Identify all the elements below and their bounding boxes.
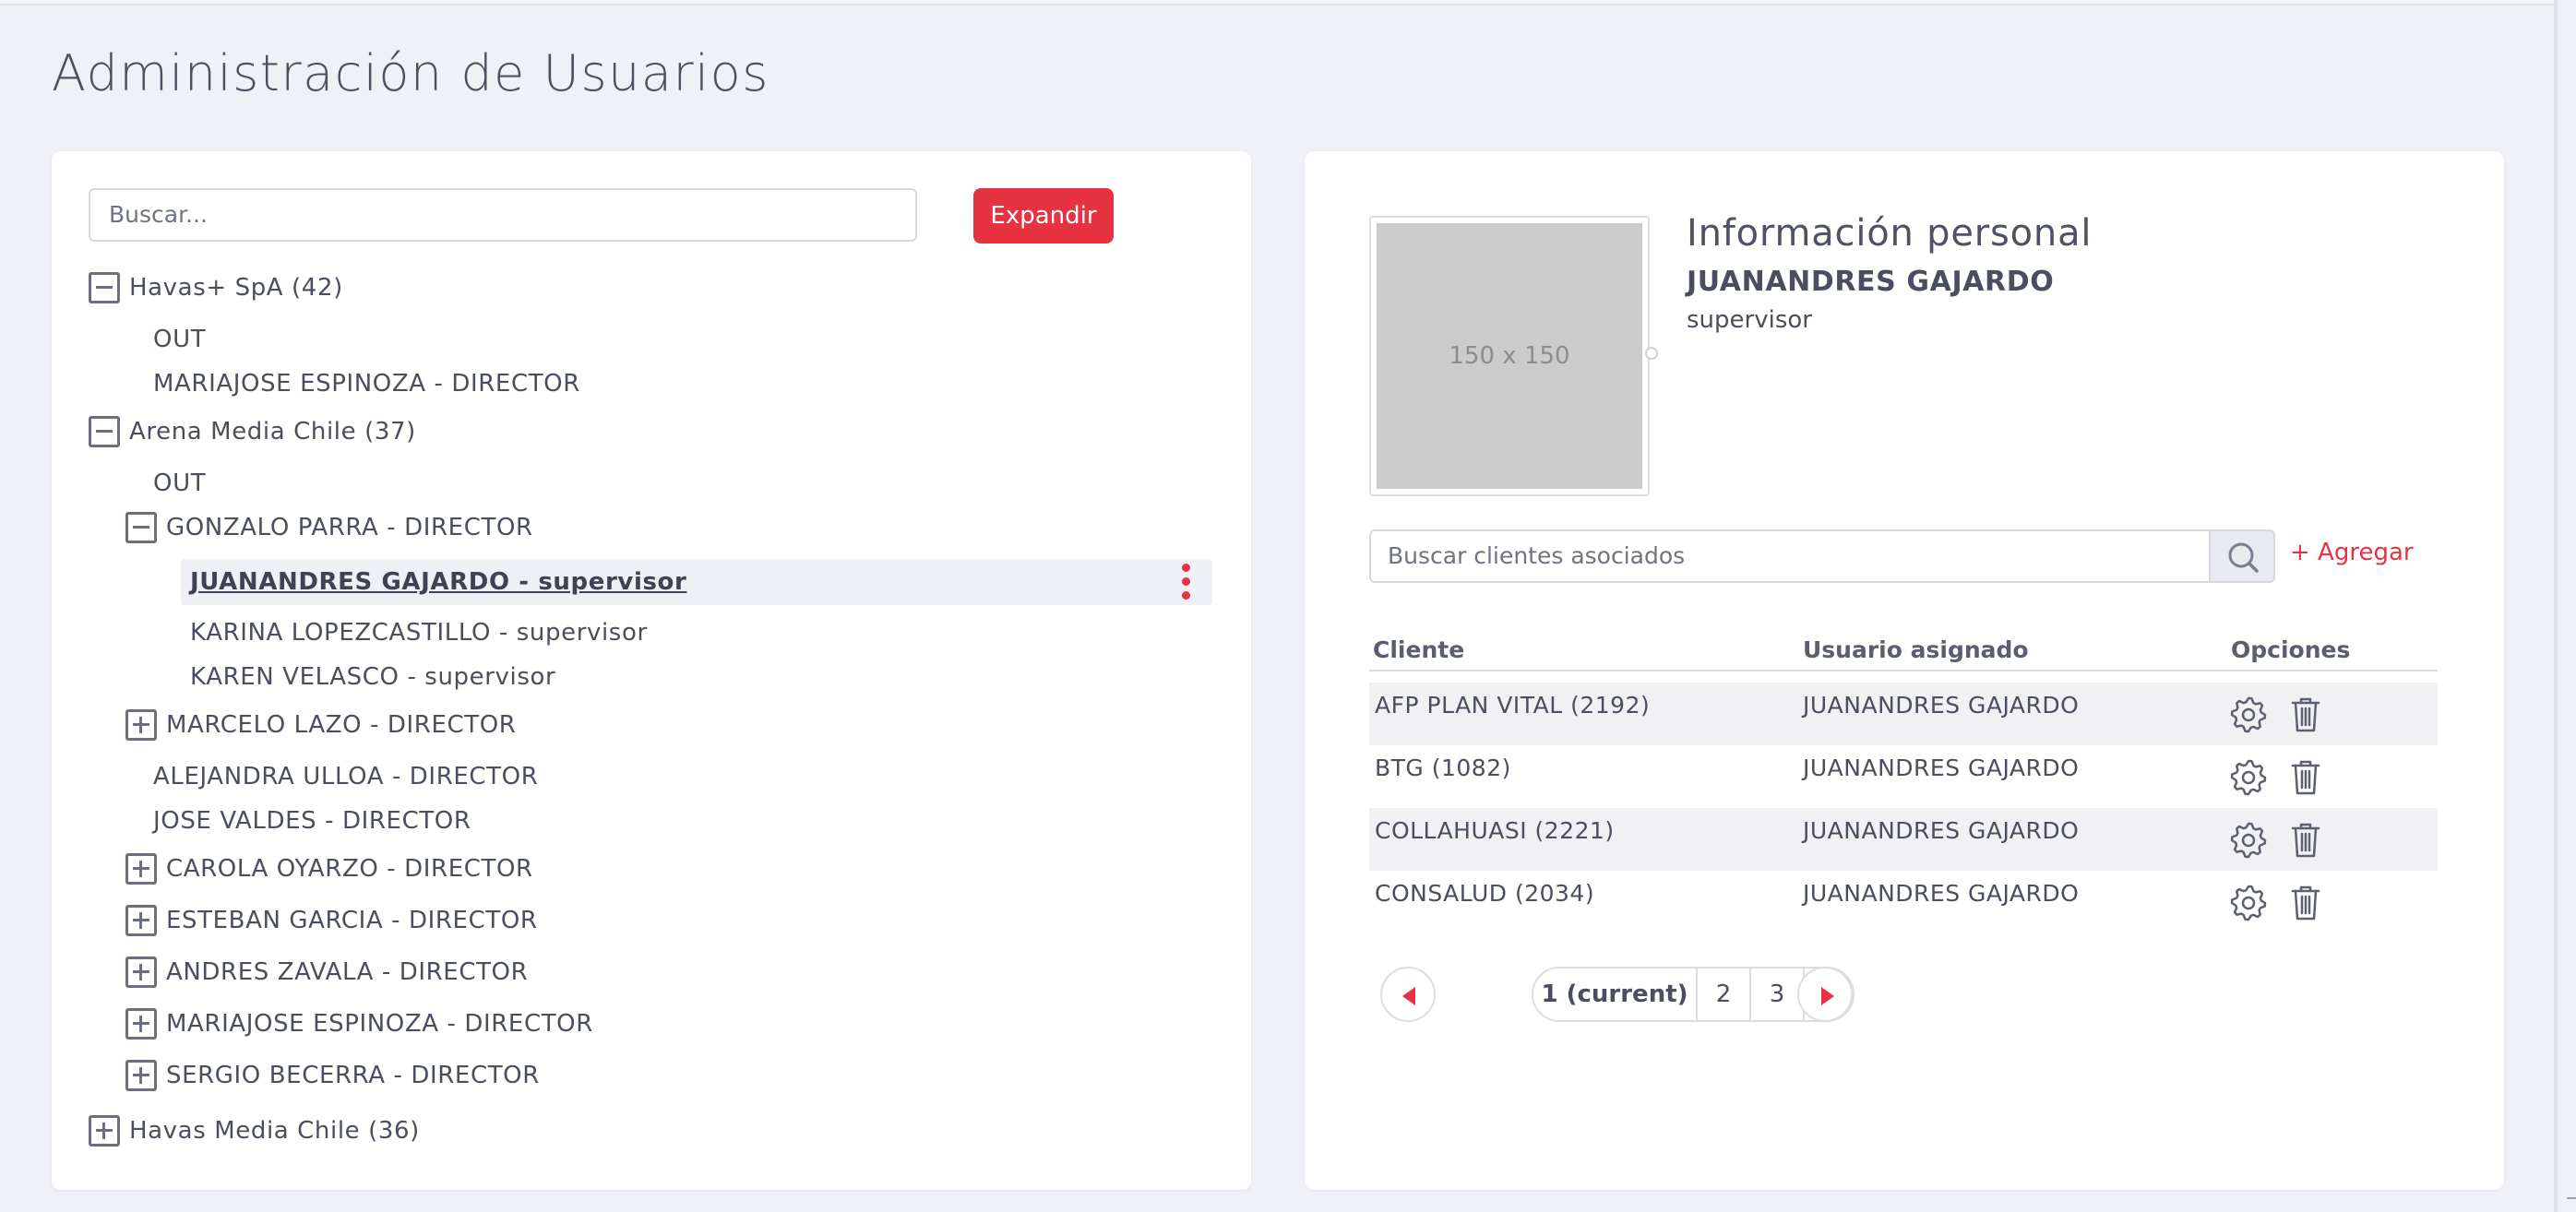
scrollbar-track[interactable] (2554, 0, 2558, 1212)
next-page-button[interactable] (1797, 967, 1853, 1022)
arrow-right-icon (1821, 987, 1834, 1005)
tree-node-carola[interactable]: CAROLA OYARZO - DIRECTOR (125, 849, 533, 889)
client-cell: AFP PLAN VITAL (2192) (1375, 692, 1651, 719)
add-client-link[interactable]: + Agregar (2290, 539, 2414, 566)
tree-node-andres[interactable]: ANDRES ZAVALA - DIRECTOR (125, 952, 528, 992)
column-header-client: Cliente (1373, 636, 1465, 663)
section-heading: Información personal (1687, 212, 2093, 255)
avatar-frame: 150 x 150 (1369, 216, 1650, 496)
table-row: COLLAHUASI (2221) JUANANDRES GAJARDO (1369, 808, 2438, 871)
tree-node-havas-media[interactable]: Havas Media Chile (36) (89, 1111, 420, 1151)
user-role: supervisor (1687, 306, 1812, 334)
gear-icon[interactable] (2229, 884, 2268, 922)
user-cell: JUANANDRES GAJARDO (1803, 880, 2080, 907)
search-icon (2228, 542, 2259, 573)
trash-icon[interactable] (2286, 695, 2325, 734)
tree-leaf-label: OUT (153, 326, 207, 353)
tree-node-label: MARIAJOSE ESPINOZA - DIRECTOR (166, 1010, 593, 1038)
tree-expand-icon[interactable] (125, 709, 157, 741)
table-row: AFP PLAN VITAL (2192) JUANANDRES GAJARDO (1369, 683, 2438, 745)
tree-node-marcelo[interactable]: MARCELO LAZO - DIRECTOR (125, 705, 516, 745)
tree-node-mariajose[interactable]: MARIAJOSE ESPINOZA - DIRECTOR (125, 1004, 593, 1044)
gear-icon[interactable] (2229, 695, 2268, 734)
tree-node-label: Havas Media Chile (36) (129, 1117, 420, 1145)
arrow-left-icon (1402, 987, 1415, 1005)
tree-node-sergio[interactable]: SERGIO BECERRA - DIRECTOR (125, 1055, 540, 1096)
gear-icon[interactable] (2229, 821, 2268, 860)
trash-icon[interactable] (2286, 758, 2325, 797)
column-header-user: Usuario asignado (1803, 636, 2029, 663)
tree-leaf[interactable]: JOSE VALDES - DIRECTOR (153, 801, 471, 841)
client-cell: BTG (1082) (1375, 755, 1511, 781)
page-link-current[interactable]: 1 (current) (1533, 968, 1698, 1020)
tree-collapse-icon[interactable] (89, 416, 120, 447)
tree-node-label: GONZALO PARRA - DIRECTOR (166, 514, 533, 541)
tree-leaf-label: OUT (153, 469, 207, 497)
previous-page-button[interactable] (1380, 967, 1436, 1022)
client-cell: COLLAHUASI (2221) (1375, 817, 1615, 844)
avatar[interactable]: 150 x 150 (1377, 223, 1642, 489)
tree-leaf[interactable]: OUT (153, 319, 206, 360)
client-cell: CONSALUD (2034) (1375, 880, 1595, 907)
tree-leaf-label: ALEJANDRA ULLOA - DIRECTOR (153, 763, 539, 790)
tree-expand-icon[interactable] (89, 1115, 120, 1147)
tree-collapse-icon[interactable] (89, 272, 120, 303)
tree-leaf[interactable]: ALEJANDRA ULLOA - DIRECTOR (153, 756, 538, 797)
trash-icon[interactable] (2286, 821, 2325, 860)
tree-node-label: CAROLA OYARZO - DIRECTOR (166, 855, 533, 883)
page-title: Administración de Usuarios (52, 44, 769, 102)
user-cell: JUANANDRES GAJARDO (1803, 817, 2080, 844)
clients-table-header: Cliente Usuario asignado Opciones (1369, 636, 2438, 671)
tree-leaf-label: KARINA LOPEZCASTILLO - supervisor (190, 619, 648, 647)
user-detail-panel: 150 x 150 Información personal JUANANDRE… (1305, 151, 2504, 1190)
client-search-button[interactable] (2209, 529, 2275, 583)
top-border (0, 0, 2554, 6)
user-cell: JUANANDRES GAJARDO (1803, 692, 2080, 719)
tree-node-arena[interactable]: Arena Media Chile (37) (89, 411, 416, 452)
expand-button[interactable]: Expandir (973, 188, 1114, 244)
scrollbar-marker (2567, 1197, 2576, 1199)
tree-node-gonzalo[interactable]: GONZALO PARRA - DIRECTOR (125, 507, 533, 548)
tree-collapse-icon[interactable] (125, 512, 157, 543)
tree-leaf-label: MARIAJOSE ESPINOZA - DIRECTOR (153, 370, 580, 398)
tree-node-label: SERGIO BECERRA - DIRECTOR (166, 1062, 540, 1089)
user-tree-panel: Buscar... Expandir Havas+ SpA (42) OUT M… (52, 151, 1251, 1190)
tree-expand-icon[interactable] (125, 853, 157, 885)
tree-expand-icon[interactable] (125, 905, 157, 936)
tree-leaf[interactable]: MARIAJOSE ESPINOZA - DIRECTOR (153, 363, 580, 404)
tree-node-label: MARCELO LAZO - DIRECTOR (166, 711, 517, 739)
tree-expand-icon[interactable] (125, 1008, 157, 1040)
tree-leaf-selected[interactable]: JUANANDRES GAJARDO - supervisor (190, 562, 686, 602)
tree-leaf-label: JOSE VALDES - DIRECTOR (153, 807, 471, 835)
tree-node-label: ANDRES ZAVALA - DIRECTOR (166, 958, 529, 986)
tree-node-label: Arena Media Chile (37) (129, 418, 416, 446)
client-search-input[interactable]: Buscar clientes asociados (1369, 529, 2211, 583)
tree-node-label: ESTEBAN GARCIA - DIRECTOR (166, 907, 538, 934)
tree-leaf-label: JUANANDRES GAJARDO - supervisor (190, 568, 687, 596)
column-header-options: Opciones (2231, 636, 2351, 663)
tree-leaf[interactable]: OUT (153, 463, 206, 504)
tree-search-input[interactable]: Buscar... (89, 188, 917, 242)
tree-node-esteban[interactable]: ESTEBAN GARCIA - DIRECTOR (125, 900, 538, 941)
gear-icon[interactable] (2229, 758, 2268, 797)
tree-node-havas-spa[interactable]: Havas+ SpA (42) (89, 267, 343, 308)
kebab-menu-icon[interactable] (1177, 562, 1196, 602)
tree-leaf-label: KAREN VELASCO - supervisor (190, 663, 556, 691)
tree-leaf[interactable]: KARINA LOPEZCASTILLO - supervisor (190, 612, 648, 653)
page-link[interactable]: 2 (1698, 968, 1751, 1020)
user-cell: JUANANDRES GAJARDO (1803, 755, 2080, 781)
trash-icon[interactable] (2286, 884, 2325, 922)
avatar-resize-handle[interactable] (1645, 347, 1658, 360)
table-row: BTG (1082) JUANANDRES GAJARDO (1369, 745, 2438, 808)
tree-node-label: Havas+ SpA (42) (129, 274, 343, 302)
table-row: CONSALUD (2034) JUANANDRES GAJARDO (1369, 871, 2438, 933)
tree-expand-icon[interactable] (125, 957, 157, 988)
tree-expand-icon[interactable] (125, 1060, 157, 1091)
tree-leaf[interactable]: KAREN VELASCO - supervisor (190, 657, 555, 697)
user-name: JUANANDRES GAJARDO (1687, 266, 2055, 298)
